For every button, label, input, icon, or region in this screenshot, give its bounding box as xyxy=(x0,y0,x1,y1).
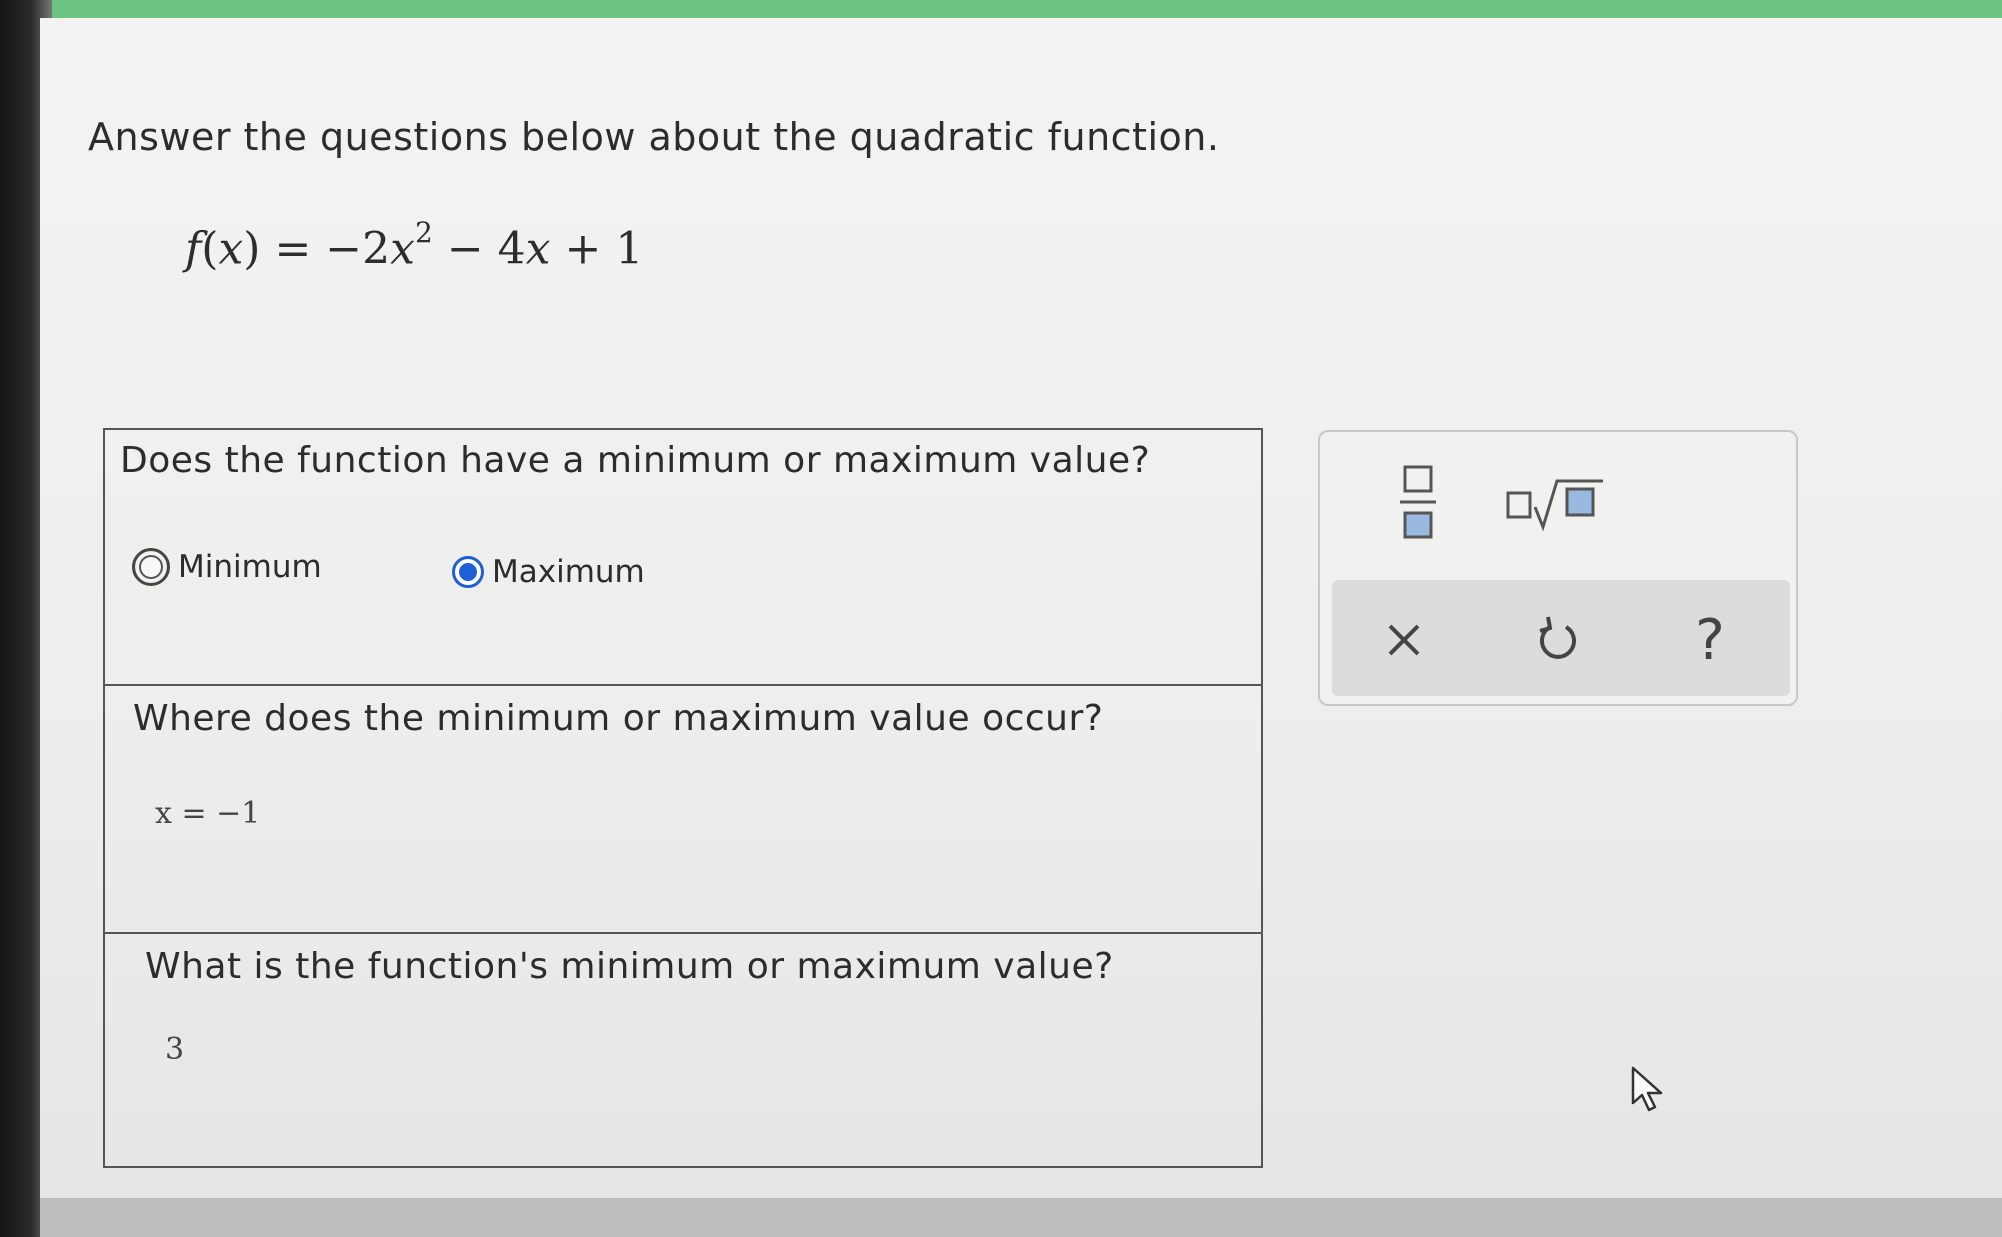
mouse-pointer-icon xyxy=(1630,1065,1666,1117)
question-panel: Does the function have a minimum or maxi… xyxy=(103,428,1263,1168)
formula-exponent: 2 xyxy=(415,216,433,249)
square-root-button[interactable] xyxy=(1500,470,1610,540)
formula-x-squared: x xyxy=(390,223,415,275)
formula-linear-coef: − 4 xyxy=(432,223,526,275)
fraction-button[interactable] xyxy=(1380,457,1456,547)
help-button[interactable]: ? xyxy=(1670,600,1750,680)
top-accent-bar xyxy=(0,0,2002,18)
question-min-max: Does the function have a minimum or maxi… xyxy=(105,430,1261,686)
value-answer-field[interactable]: 3 xyxy=(165,1032,765,1067)
maximum-radio[interactable] xyxy=(452,556,484,588)
question-value: What is the function's minimum or maximu… xyxy=(105,934,1261,1170)
formula-variable: x xyxy=(218,223,244,275)
square-root-icon xyxy=(1506,479,1603,532)
minimum-label: Minimum xyxy=(178,549,322,585)
formula-x-linear: x xyxy=(525,223,551,275)
math-toolbox: ? xyxy=(1318,430,1798,706)
fraction-icon xyxy=(1400,465,1436,539)
formula-equals: ) = −2 xyxy=(243,223,391,275)
bottom-bar xyxy=(40,1198,2002,1237)
question-3-text: What is the function's minimum or maximu… xyxy=(145,946,1114,987)
question-location: Where does the minimum or maximum value … xyxy=(105,686,1261,934)
formula-constant: + 1 xyxy=(550,223,644,275)
toolbox-action-bar: ? xyxy=(1332,580,1790,696)
instructions-text: Answer the questions below about the qua… xyxy=(88,115,1220,159)
maximum-label: Maximum xyxy=(492,554,645,590)
undo-icon xyxy=(1539,616,1576,659)
question-1-text: Does the function have a minimum or maxi… xyxy=(120,440,1151,481)
minimum-radio[interactable] xyxy=(132,548,170,586)
formula-function-name: f xyxy=(185,223,202,275)
x-answer-field[interactable]: x = −1 xyxy=(155,796,755,831)
clear-button[interactable] xyxy=(1364,600,1444,680)
maximum-option[interactable]: Maximum xyxy=(452,554,645,590)
clear-icon xyxy=(1388,624,1420,656)
formula-open-paren: ( xyxy=(201,223,219,275)
question-2-text: Where does the minimum or maximum value … xyxy=(133,698,1104,739)
undo-button[interactable] xyxy=(1518,600,1598,680)
quadratic-formula: f(x) = −2x2 − 4x + 1 xyxy=(185,216,644,275)
minimum-option[interactable]: Minimum xyxy=(132,548,322,586)
